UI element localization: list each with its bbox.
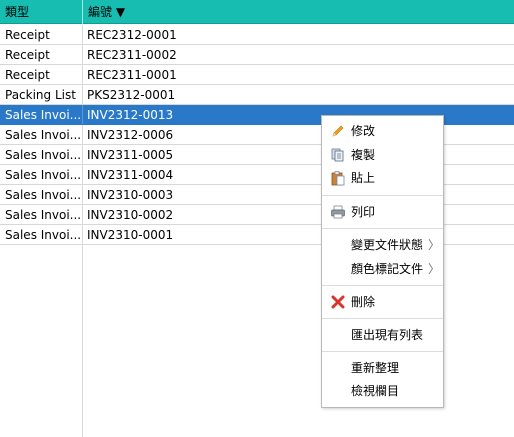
cell-type: Receipt: [0, 45, 83, 64]
cell-code: INV2312-0006: [87, 128, 174, 142]
cell-code: REC2311-0002: [87, 48, 177, 62]
table-row[interactable]: Receipt REC2311-0001: [0, 65, 514, 85]
menu-separator: [322, 228, 443, 229]
pencil-icon: [330, 123, 346, 139]
table-row[interactable]: Packing List PKS2312-0001: [0, 85, 514, 105]
menu-item-refresh[interactable]: 重新整理: [322, 357, 443, 379]
column-header-type[interactable]: 類型: [0, 0, 83, 24]
menu-item-paste[interactable]: 貼上: [322, 167, 443, 189]
cell-type: Sales Invoi...: [0, 165, 83, 184]
menu-item-label: 複製: [351, 148, 376, 162]
cell-code: INV2311-0005: [87, 148, 174, 162]
cell-type: Sales Invoi...: [0, 105, 83, 124]
chevron-right-icon: 〉: [428, 262, 441, 276]
menu-item-export-list[interactable]: 匯出現有列表: [322, 324, 443, 346]
cell-code: INV2312-0013: [87, 108, 174, 122]
menu-item-label: 變更文件狀態: [351, 238, 424, 252]
cell-code: REC2312-0001: [87, 28, 177, 42]
menu-item-label: 刪除: [351, 295, 376, 309]
menu-separator: [322, 318, 443, 319]
cell-code: INV2311-0004: [87, 168, 174, 182]
menu-item-label: 顏色標記文件: [351, 262, 424, 276]
menu-separator: [322, 351, 443, 352]
table-row[interactable]: Receipt REC2311-0002: [0, 45, 514, 65]
cell-type: Sales Invoi...: [0, 225, 83, 244]
menu-item-change-status[interactable]: 變更文件狀態 〉: [322, 234, 443, 256]
clipboard-icon: [330, 170, 346, 186]
column-divider: [0, 245, 83, 437]
menu-item-label: 貼上: [351, 171, 376, 185]
context-menu: 修改 複製 貼上 列印 變更文件狀態 〉 顏色標記文件 〉 刪除 匯出現有列表: [321, 115, 444, 408]
grid-header: 類型 編號 ▼: [0, 0, 514, 24]
cell-type: Receipt: [0, 25, 83, 44]
menu-separator: [322, 285, 443, 286]
menu-item-view-columns[interactable]: 檢視欄目: [322, 380, 443, 402]
menu-item-copy[interactable]: 複製: [322, 144, 443, 166]
cell-code: INV2310-0001: [87, 228, 174, 242]
menu-item-print[interactable]: 列印: [322, 201, 443, 223]
cell-type: Receipt: [0, 65, 83, 84]
printer-icon: [330, 204, 346, 220]
menu-item-color-mark[interactable]: 顏色標記文件 〉: [322, 258, 443, 280]
copy-icon: [330, 147, 346, 163]
cell-type: Sales Invoi...: [0, 145, 83, 164]
chevron-right-icon: 〉: [428, 238, 441, 252]
menu-separator: [322, 195, 443, 196]
menu-item-label: 檢視欄目: [351, 384, 400, 398]
cell-code: REC2311-0001: [87, 68, 177, 82]
menu-item-delete[interactable]: 刪除: [322, 291, 443, 313]
cell-code: INV2310-0003: [87, 188, 174, 202]
cell-type: Sales Invoi...: [0, 205, 83, 224]
menu-item-label: 重新整理: [351, 361, 400, 375]
cell-type: Sales Invoi...: [0, 185, 83, 204]
cell-type: Sales Invoi...: [0, 125, 83, 144]
column-header-code[interactable]: 編號 ▼: [83, 0, 514, 24]
menu-item-label: 匯出現有列表: [351, 328, 424, 342]
delete-icon: [330, 294, 346, 310]
menu-item-label: 列印: [351, 205, 376, 219]
cell-code: INV2310-0002: [87, 208, 174, 222]
cell-type: Packing List: [0, 85, 83, 104]
menu-item-edit[interactable]: 修改: [322, 120, 443, 142]
table-row[interactable]: Receipt REC2312-0001: [0, 25, 514, 45]
cell-code: PKS2312-0001: [87, 88, 176, 102]
menu-item-label: 修改: [351, 124, 376, 138]
